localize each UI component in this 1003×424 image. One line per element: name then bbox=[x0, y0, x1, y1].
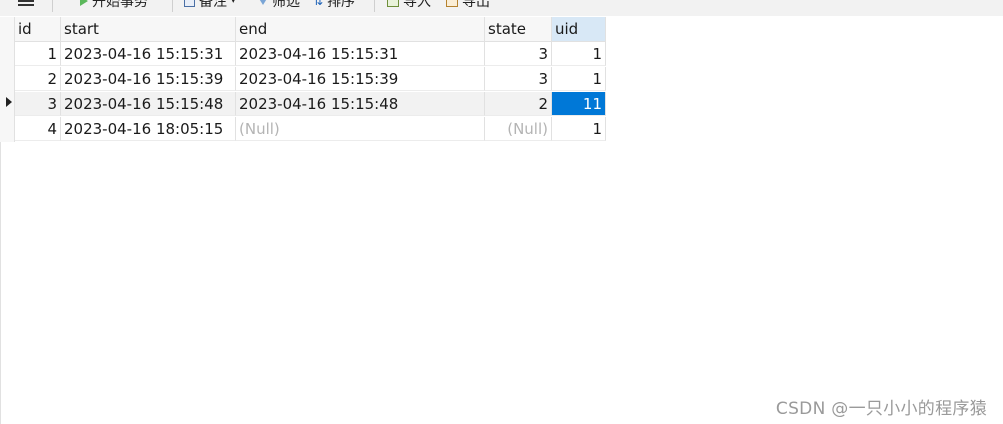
toolbar-divider bbox=[52, 0, 53, 12]
cell-start[interactable]: 2023-04-16 15:15:48 bbox=[61, 92, 236, 116]
cell-start[interactable]: 2023-04-16 15:15:31 bbox=[61, 42, 236, 66]
cell-uid[interactable]: 1 bbox=[552, 42, 606, 66]
toolbar-divider bbox=[172, 0, 173, 12]
column-header-id[interactable]: id bbox=[15, 17, 61, 41]
sort-button[interactable]: ⇅ 排序 bbox=[313, 0, 355, 10]
cell-end-null[interactable]: (Null) bbox=[236, 117, 485, 141]
cell-start[interactable]: 2023-04-16 18:05:15 bbox=[61, 117, 236, 141]
cell-uid[interactable]: 1 bbox=[552, 67, 606, 91]
cell-uid-selected[interactable]: 11 bbox=[552, 92, 606, 116]
cell-id[interactable]: 4 bbox=[15, 117, 61, 141]
cell-uid[interactable]: 1 bbox=[552, 117, 606, 141]
memo-icon bbox=[184, 0, 195, 7]
export-icon bbox=[446, 0, 458, 7]
cell-state[interactable]: 2 bbox=[485, 92, 552, 116]
filter-icon bbox=[258, 0, 268, 5]
cell-end[interactable]: 2023-04-16 15:15:39 bbox=[236, 67, 485, 91]
cell-id[interactable]: 3 bbox=[15, 92, 61, 116]
export-button[interactable]: 导出 bbox=[446, 0, 490, 10]
row-selector-gutter[interactable] bbox=[0, 17, 15, 142]
memo-button[interactable]: 备注 ▾ bbox=[184, 0, 236, 10]
filter-button[interactable]: 筛选 bbox=[258, 0, 300, 10]
table-row[interactable]: 4 2023-04-16 18:05:15 (Null) (Null) 1 bbox=[15, 117, 606, 141]
cell-start[interactable]: 2023-04-16 15:15:39 bbox=[61, 67, 236, 91]
cell-id[interactable]: 1 bbox=[15, 42, 61, 66]
current-row-arrow-icon bbox=[6, 97, 12, 107]
cell-end[interactable]: 2023-04-16 15:15:31 bbox=[236, 42, 485, 66]
chevron-down-icon: ▾ bbox=[231, 0, 236, 6]
cell-state[interactable]: 3 bbox=[485, 42, 552, 66]
cell-end[interactable]: 2023-04-16 15:15:48 bbox=[236, 92, 485, 116]
play-icon bbox=[80, 0, 88, 6]
toolbar: 开始事务 备注 ▾ 筛选 ⇅ 排序 导入 导出 bbox=[0, 0, 1003, 16]
left-border bbox=[0, 142, 1, 424]
begin-transaction-button[interactable]: 开始事务 bbox=[80, 0, 148, 10]
column-header-uid[interactable]: uid bbox=[552, 17, 606, 41]
column-header-end[interactable]: end bbox=[236, 17, 485, 41]
menu-icon[interactable] bbox=[18, 0, 34, 8]
column-header-start[interactable]: start bbox=[61, 17, 236, 41]
table-row[interactable]: 1 2023-04-16 15:15:31 2023-04-16 15:15:3… bbox=[15, 42, 606, 66]
table-row[interactable]: 2 2023-04-16 15:15:39 2023-04-16 15:15:3… bbox=[15, 67, 606, 91]
table-row-current[interactable]: 3 2023-04-16 15:15:48 2023-04-16 15:15:4… bbox=[15, 92, 606, 116]
column-header-state[interactable]: state bbox=[485, 17, 552, 41]
cell-state-null[interactable]: (Null) bbox=[485, 117, 552, 141]
sort-icon: ⇅ bbox=[313, 0, 324, 8]
watermark: CSDN @一只小小的程序猿 bbox=[775, 399, 987, 419]
toolbar-divider bbox=[374, 0, 375, 12]
import-icon bbox=[387, 0, 399, 7]
grid-header: id start end state uid bbox=[15, 17, 606, 42]
import-button[interactable]: 导入 bbox=[387, 0, 431, 10]
cell-state[interactable]: 3 bbox=[485, 67, 552, 91]
cell-id[interactable]: 2 bbox=[15, 67, 61, 91]
